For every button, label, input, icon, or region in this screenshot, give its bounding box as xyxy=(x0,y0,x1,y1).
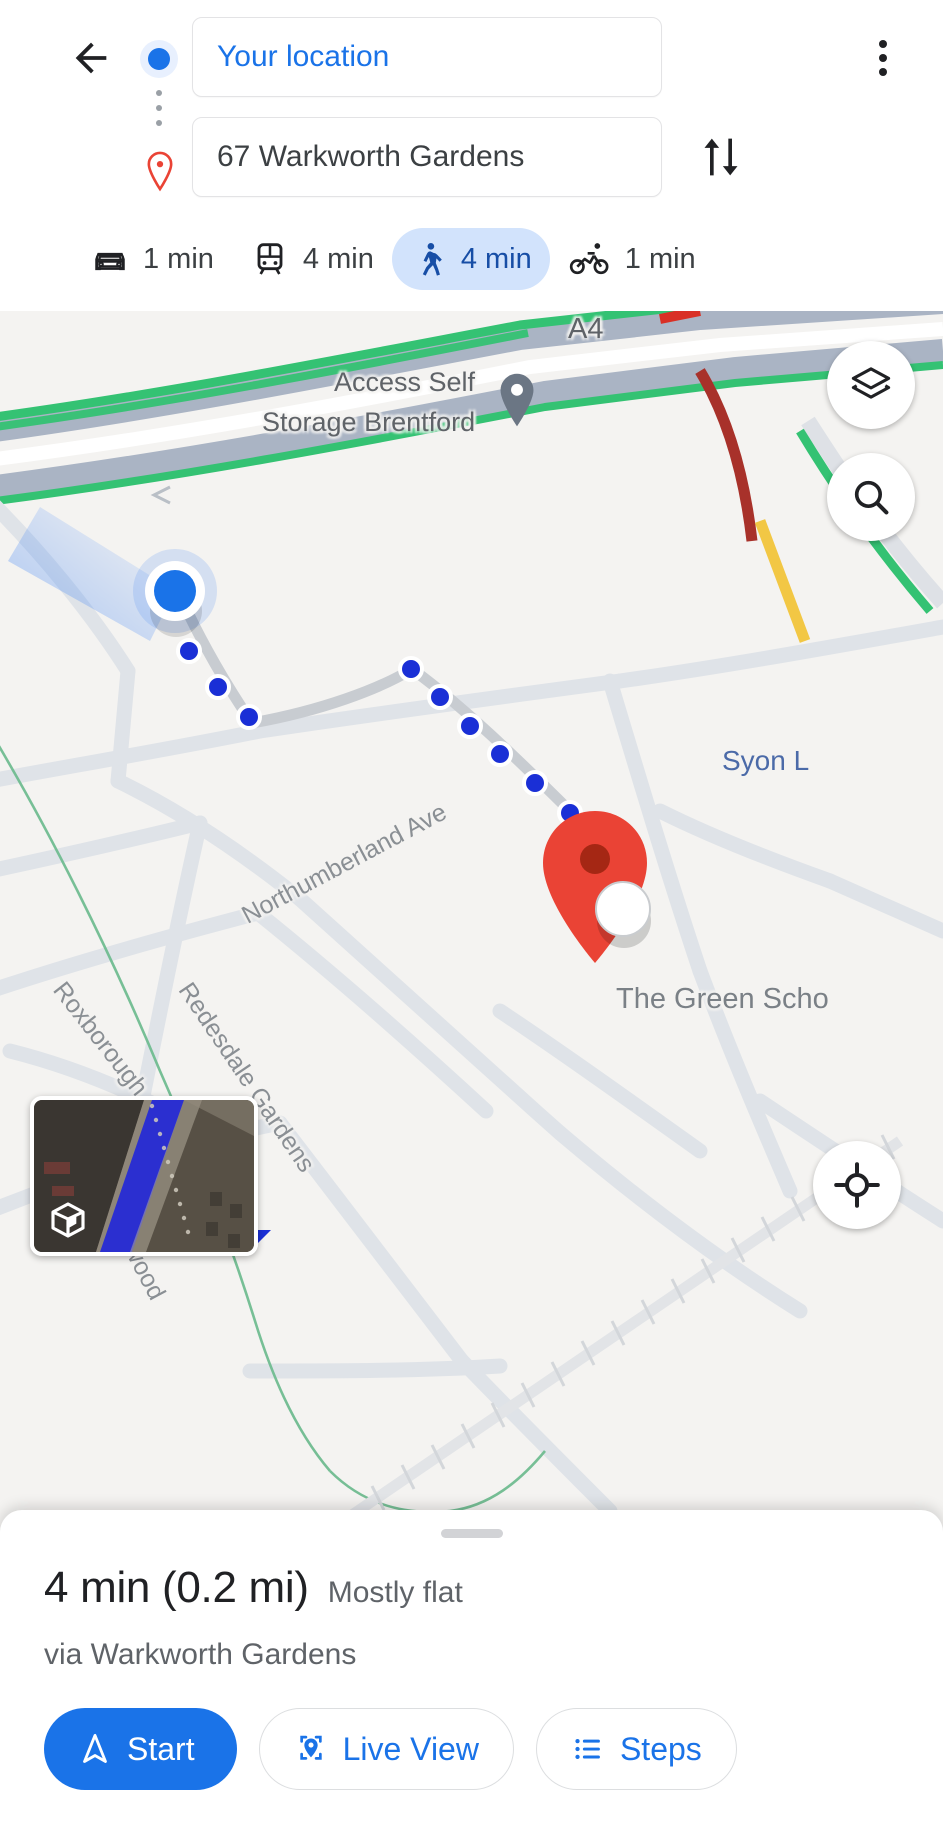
travel-mode-label: 1 min xyxy=(143,242,214,275)
walking-icon xyxy=(422,243,442,276)
travel-mode-transit[interactable]: 4 min xyxy=(232,228,392,290)
route-endpoint-rail xyxy=(138,34,180,194)
travel-mode-tabs: 1 min 4 min 4 min 1 min xyxy=(0,218,943,300)
more-vertical-icon xyxy=(879,68,887,76)
travel-mode-label: 1 min xyxy=(624,242,696,275)
travel-mode-driving[interactable]: 1 min xyxy=(72,228,232,290)
overflow-menu-button[interactable] xyxy=(853,30,913,86)
directions-header: Your location 67 Warkworth Gardens 1 min xyxy=(0,0,943,311)
route-summary: 4 min (0.2 mi) Mostly flat xyxy=(44,1563,463,1613)
more-vertical-icon xyxy=(879,40,887,48)
back-button[interactable] xyxy=(60,36,122,80)
start-button[interactable]: Start xyxy=(44,1708,237,1790)
cycling-icon xyxy=(569,243,609,275)
route-terrain: Mostly flat xyxy=(327,1576,463,1609)
street-view-thumbnail[interactable] xyxy=(30,1096,258,1256)
steps-button-label: Steps xyxy=(619,1730,702,1767)
swap-endpoints-button[interactable] xyxy=(686,120,756,194)
start-button-label: Start xyxy=(127,1730,195,1767)
live-view-button[interactable]: Live View xyxy=(258,1708,514,1790)
destination-pin-icon xyxy=(147,151,173,192)
route-duration-distance: 4 min (0.2 mi) xyxy=(44,1563,309,1612)
recenter-icon xyxy=(834,1162,880,1208)
car-icon xyxy=(95,252,125,271)
travel-mode-label: 4 min xyxy=(302,242,374,275)
travel-mode-label: 4 min xyxy=(460,242,532,275)
travel-mode-walking[interactable]: 4 min xyxy=(391,228,550,290)
route-detail-sheet: 4 min (0.2 mi) Mostly flat via Warkworth… xyxy=(0,1510,943,1845)
layers-icon xyxy=(851,367,891,399)
destination-input[interactable]: 67 Warkworth Gardens xyxy=(192,117,662,197)
search-icon xyxy=(854,480,889,515)
map-layers-button[interactable] xyxy=(827,341,915,429)
navigation-arrow-icon xyxy=(83,1733,107,1763)
origin-input[interactable]: Your location xyxy=(192,17,662,97)
live-view-button-label: Live View xyxy=(342,1730,479,1767)
route-via: via Warkworth Gardens xyxy=(44,1638,357,1671)
list-icon xyxy=(575,1738,600,1760)
cube-3d-icon xyxy=(51,1202,85,1238)
map-canvas[interactable]: A4 Access Self Storage Brentford Northum… xyxy=(0,311,943,1530)
map-search-button[interactable] xyxy=(827,453,915,541)
travel-mode-cycling[interactable]: 1 min xyxy=(550,228,714,290)
map-vector-layer xyxy=(0,311,943,1530)
transit-icon xyxy=(257,243,283,275)
steps-button[interactable]: Steps xyxy=(535,1708,737,1790)
swap-vertical-icon xyxy=(704,138,738,176)
route-action-buttons: Start Live View Steps xyxy=(44,1708,737,1790)
sheet-drag-handle[interactable] xyxy=(440,1529,503,1538)
more-vertical-icon xyxy=(879,54,887,62)
origin-dot-icon xyxy=(148,48,170,70)
live-view-pin-icon xyxy=(299,1735,322,1760)
recenter-location-button[interactable] xyxy=(813,1141,901,1229)
poi-pin-icon[interactable] xyxy=(496,371,538,429)
arrow-left-icon xyxy=(75,42,107,74)
rail-connector xyxy=(156,90,162,126)
